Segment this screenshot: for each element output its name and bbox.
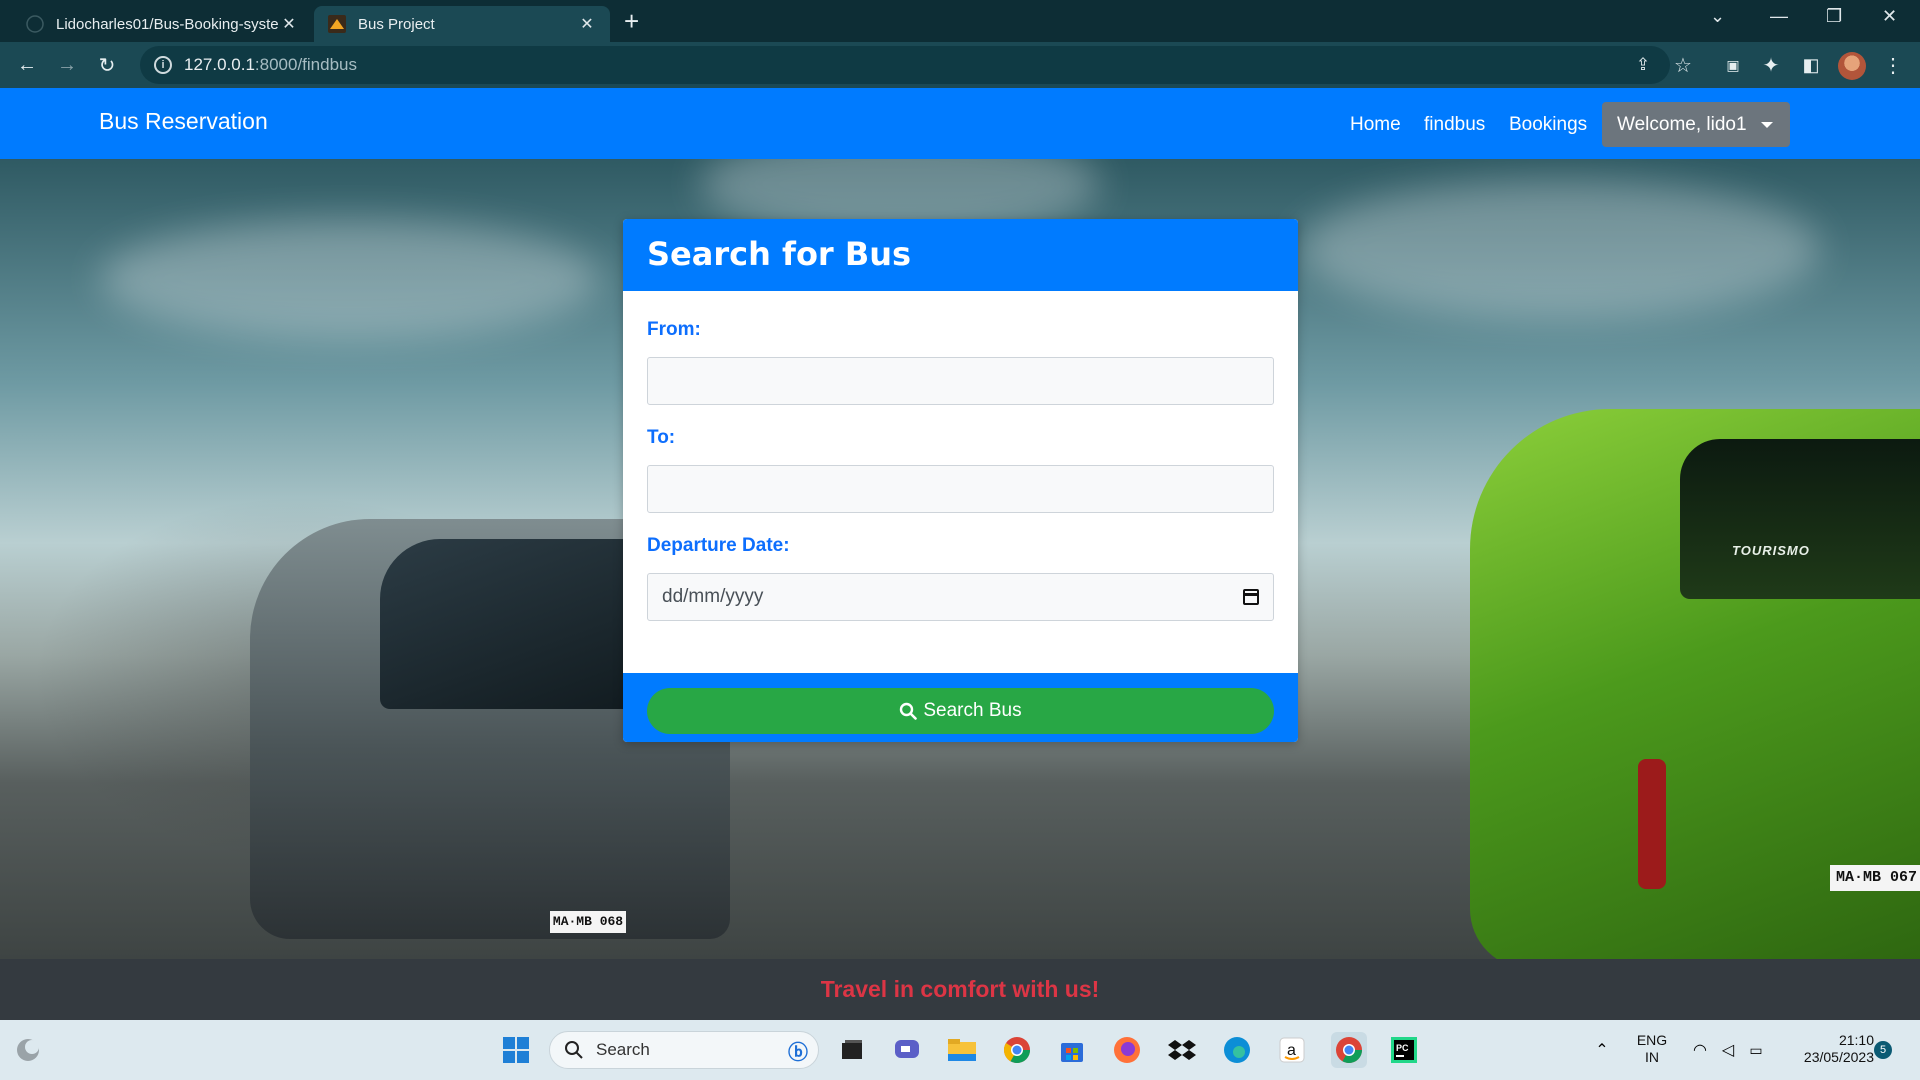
back-arrow-icon[interactable]: ← bbox=[12, 50, 42, 80]
search-card: Search for Bus From: To: Departure Date:… bbox=[623, 219, 1298, 742]
from-input[interactable] bbox=[647, 357, 1274, 405]
search-card-title: Search for Bus bbox=[623, 219, 1298, 291]
profile-avatar[interactable] bbox=[1838, 52, 1866, 80]
clock-time: 21:10 bbox=[1838, 1032, 1874, 1048]
nav-home-link[interactable]: Home bbox=[1350, 114, 1401, 136]
firefox-icon[interactable] bbox=[1111, 1034, 1143, 1066]
chrome-profile-icon[interactable] bbox=[1331, 1032, 1367, 1068]
caret-down-icon bbox=[1760, 121, 1773, 128]
teams-chat-icon[interactable] bbox=[891, 1034, 923, 1066]
site-footer: Travel in comfort with us! bbox=[0, 959, 1920, 1020]
search-bus-button[interactable]: Search Bus bbox=[647, 688, 1274, 734]
language-indicator[interactable]: ENG IN bbox=[1632, 1032, 1672, 1066]
close-icon[interactable]: ✕ bbox=[578, 14, 596, 34]
notification-badge[interactable]: 5 bbox=[1874, 1041, 1892, 1059]
to-label: To: bbox=[647, 427, 676, 448]
search-card-footer: Search Bus bbox=[623, 673, 1298, 742]
tab-title: Lidocharles01/Bus-Booking-syste bbox=[56, 15, 279, 33]
taskbar-search-box[interactable]: Search ⓑ bbox=[549, 1031, 819, 1069]
nav-findbus-link[interactable]: findbus bbox=[1424, 114, 1485, 136]
nav-bookings-link[interactable]: Bookings bbox=[1509, 114, 1587, 136]
extensions-puzzle-icon[interactable]: ✦ bbox=[1756, 50, 1786, 80]
battery-icon[interactable]: ▭ bbox=[1740, 1034, 1772, 1066]
chevron-up-icon[interactable]: ⌃ bbox=[1586, 1034, 1618, 1066]
amazon-icon[interactable]: a bbox=[1276, 1034, 1308, 1066]
task-view-icon[interactable] bbox=[836, 1034, 868, 1066]
search-icon bbox=[565, 1041, 583, 1059]
license-plate: MA·MB 067 bbox=[1830, 865, 1920, 891]
microsoft-store-icon[interactable] bbox=[1056, 1034, 1088, 1066]
bookmark-star-icon[interactable]: ☆ bbox=[1668, 50, 1698, 80]
browser-tab-strip: Lidocharles01/Bus-Booking-syste ✕ Bus Pr… bbox=[0, 0, 1920, 42]
clock[interactable]: 21:10 23/05/2023 bbox=[1780, 1032, 1874, 1066]
search-icon bbox=[900, 702, 918, 720]
pycharm-icon[interactable]: PC bbox=[1388, 1034, 1420, 1066]
tab-bus-project[interactable]: Bus Project ✕ bbox=[314, 6, 610, 42]
terminal-extension-icon[interactable]: ▣ bbox=[1718, 50, 1748, 80]
tab-github[interactable]: Lidocharles01/Bus-Booking-syste ✕ bbox=[12, 6, 312, 42]
chrome-icon[interactable] bbox=[1001, 1034, 1033, 1066]
side-panel-icon[interactable]: ◧ bbox=[1796, 50, 1826, 80]
weather-widget-icon[interactable] bbox=[12, 1034, 44, 1066]
bus-image-right: TOURISMO MA·MB 067 bbox=[1470, 409, 1920, 969]
forward-arrow-icon[interactable]: → bbox=[52, 50, 82, 80]
github-icon bbox=[26, 15, 44, 33]
address-bar[interactable]: i 127.0.0.1:8000/findbus bbox=[140, 46, 1670, 84]
share-icon[interactable]: ⇪ bbox=[1628, 50, 1658, 80]
clock-date: 23/05/2023 bbox=[1803, 1049, 1874, 1065]
url-path: :8000/findbus bbox=[254, 55, 357, 74]
search-bus-label: Search Bus bbox=[923, 700, 1022, 721]
site-favicon-icon bbox=[328, 15, 346, 33]
file-explorer-icon[interactable] bbox=[946, 1034, 978, 1066]
dropbox-icon[interactable] bbox=[1166, 1034, 1198, 1066]
menu-kebab-icon[interactable]: ⋮ bbox=[1878, 50, 1908, 80]
svg-text:PC: PC bbox=[1396, 1043, 1409, 1053]
calendar-icon[interactable] bbox=[1243, 589, 1259, 605]
restore-button[interactable]: ❐ bbox=[1826, 6, 1842, 27]
departure-date-label: Departure Date: bbox=[647, 535, 790, 556]
region-code: IN bbox=[1645, 1049, 1659, 1065]
close-window-button[interactable]: ✕ bbox=[1882, 6, 1897, 27]
minimize-button[interactable]: — bbox=[1770, 6, 1788, 27]
user-menu-label: Welcome, lido1 bbox=[1617, 113, 1747, 135]
departure-date-input[interactable]: dd/mm/yyyy bbox=[647, 573, 1274, 621]
site-info-icon[interactable]: i bbox=[154, 56, 172, 74]
site-navbar: Bus Reservation Home findbus Bookings We… bbox=[0, 88, 1920, 159]
footer-tagline: Travel in comfort with us! bbox=[820, 976, 1100, 1002]
bus-model-label: TOURISMO bbox=[1732, 543, 1810, 558]
tab-title: Bus Project bbox=[358, 15, 435, 33]
new-tab-button[interactable]: + bbox=[624, 8, 639, 34]
taskbar-search-placeholder: Search bbox=[596, 1040, 650, 1059]
windows-start-icon[interactable] bbox=[500, 1034, 532, 1066]
edge-icon[interactable] bbox=[1221, 1034, 1253, 1066]
navbar-brand[interactable]: Bus Reservation bbox=[99, 108, 268, 135]
user-menu-dropdown[interactable]: Welcome, lido1 bbox=[1602, 102, 1790, 147]
close-icon[interactable]: ✕ bbox=[280, 14, 298, 34]
date-placeholder: dd/mm/yyyy bbox=[662, 586, 764, 607]
windows-taskbar: Search ⓑ a PC ⌃ ENG IN ◠ ◁ ▭ 21:10 23/05 bbox=[0, 1020, 1920, 1080]
language-code: ENG bbox=[1636, 1032, 1668, 1048]
web-page: MA·MB 068 TOURISMO MA·MB 067 Bus Reserva… bbox=[0, 88, 1920, 1020]
to-input[interactable] bbox=[647, 465, 1274, 513]
license-plate: MA·MB 068 bbox=[550, 911, 626, 933]
svg-text:a: a bbox=[1287, 1042, 1296, 1059]
browser-toolbar: ← → ↻ i 127.0.0.1:8000/findbus ⇪ ☆ ▣ ✦ ◧… bbox=[0, 42, 1920, 88]
reload-icon[interactable]: ↻ bbox=[92, 50, 122, 80]
tab-search-chevron-icon[interactable]: ⌄ bbox=[1710, 6, 1725, 27]
from-label: From: bbox=[647, 319, 701, 340]
url-host: 127.0.0.1 bbox=[184, 55, 255, 74]
bing-icon: ⓑ bbox=[788, 1041, 808, 1064]
